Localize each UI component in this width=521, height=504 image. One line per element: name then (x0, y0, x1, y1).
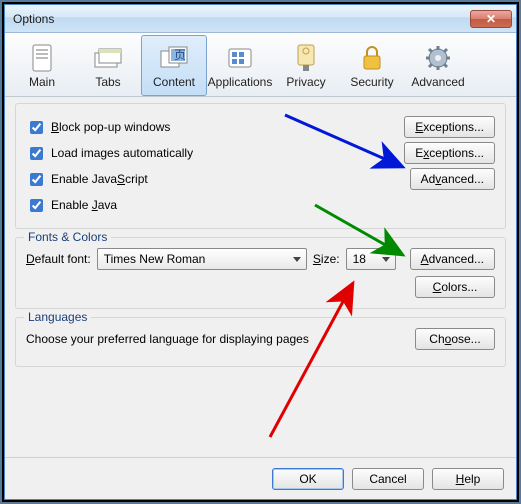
close-icon: ✕ (486, 12, 496, 26)
fonts-group-title: Fonts & Colors (24, 230, 111, 244)
languages-group: Languages Choose your preferred language… (15, 317, 506, 367)
security-icon (357, 43, 387, 73)
content-settings-group: Block pop-up windows Exceptions... Load … (15, 103, 506, 229)
size-label: Size: (313, 252, 340, 266)
cancel-button[interactable]: Cancel (352, 468, 424, 490)
tab-applications[interactable]: Applications (207, 35, 273, 96)
options-window: Options ✕ Main Tabs 页 Content (4, 4, 517, 500)
tab-content[interactable]: 页 Content (141, 35, 207, 96)
block-popups-checkbox[interactable] (30, 121, 43, 134)
content-panel: Block pop-up windows Exceptions... Load … (5, 97, 516, 457)
languages-group-title: Languages (24, 310, 91, 324)
applications-icon (225, 43, 255, 73)
ok-button[interactable]: OK (272, 468, 344, 490)
enable-js-checkbox[interactable] (30, 173, 43, 186)
privacy-icon (291, 43, 321, 73)
block-popups-label: Block pop-up windows (51, 120, 170, 134)
titlebar[interactable]: Options ✕ (5, 5, 516, 33)
js-advanced-button[interactable]: Advanced... (410, 168, 495, 190)
enable-js-label: Enable JavaScript (51, 172, 148, 186)
tab-privacy[interactable]: Privacy (273, 35, 339, 96)
tab-advanced[interactable]: Advanced (405, 35, 471, 96)
popups-exceptions-button[interactable]: Exceptions... (404, 116, 495, 138)
tab-main[interactable]: Main (9, 35, 75, 96)
tab-tabs[interactable]: Tabs (75, 35, 141, 96)
tab-security[interactable]: Security (339, 35, 405, 96)
dialog-buttons: OK Cancel Help (5, 457, 516, 499)
main-icon (27, 43, 57, 73)
tabs-icon (93, 43, 123, 73)
default-font-label: Default font: (26, 252, 91, 266)
enable-java-label: Enable Java (51, 198, 117, 212)
fonts-colors-group: Fonts & Colors Default font: Times New R… (15, 237, 506, 309)
colors-button[interactable]: Colors... (415, 276, 495, 298)
default-font-select[interactable]: Times New Roman (97, 248, 307, 270)
gear-icon (423, 43, 453, 73)
choose-language-button[interactable]: Choose... (415, 328, 495, 350)
svg-text:页: 页 (174, 48, 186, 62)
languages-text: Choose your preferred language for displ… (26, 332, 309, 346)
load-images-label: Load images automatically (51, 146, 193, 160)
help-button[interactable]: Help (432, 468, 504, 490)
content-icon: 页 (159, 43, 189, 73)
enable-java-checkbox[interactable] (30, 199, 43, 212)
window-title: Options (13, 12, 470, 26)
load-images-checkbox[interactable] (30, 147, 43, 160)
category-toolbar: Main Tabs 页 Content Applications Privacy (5, 33, 516, 97)
fonts-advanced-button[interactable]: Advanced... (410, 248, 495, 270)
close-button[interactable]: ✕ (470, 10, 512, 28)
font-size-select[interactable]: 18 (346, 248, 396, 270)
images-exceptions-button[interactable]: Exceptions... (404, 142, 495, 164)
